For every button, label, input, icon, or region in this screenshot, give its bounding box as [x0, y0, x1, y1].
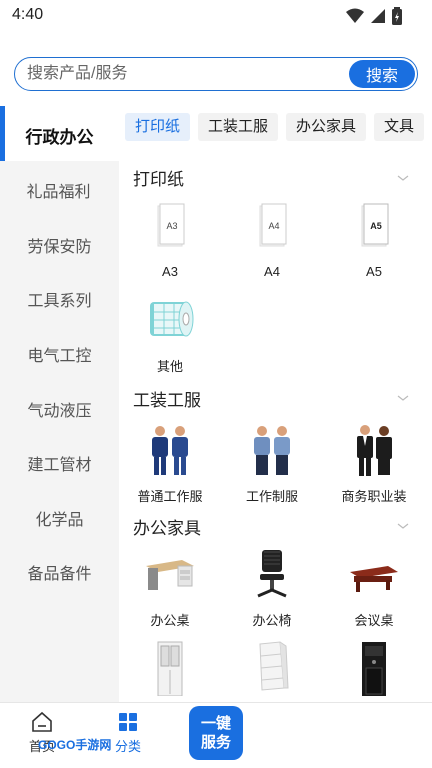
product-label: 办公桌 [150, 613, 190, 628]
desk-photo [146, 560, 194, 590]
one-click-service-button[interactable]: 一键 服务 [189, 706, 243, 760]
bookshelf-photo [259, 641, 289, 691]
category-icon [119, 713, 137, 731]
product-a3[interactable]: A3 A3 [120, 200, 220, 279]
sidebar-item-pneumatic[interactable]: 气动液压 [0, 397, 119, 421]
chevron-down-icon[interactable] [397, 392, 409, 404]
product-office-chair[interactable]: 办公椅 [222, 546, 322, 629]
product-label: 工作制服 [245, 489, 298, 504]
uniform-photo [254, 426, 290, 475]
paper-icon: A5 [361, 203, 389, 247]
product-label: 会议桌 [354, 613, 394, 628]
product-label: 办公椅 [252, 613, 292, 628]
product-filing-cabinet[interactable] [120, 640, 220, 704]
chair-photo [257, 550, 287, 598]
tab-office-furniture[interactable]: 办公家具 [286, 113, 367, 141]
sidebar-item-tools[interactable]: 工具系列 [0, 287, 119, 311]
tab-stationery[interactable]: 文具 [374, 113, 425, 141]
signal-icon [371, 9, 385, 23]
paper-size-text: A5 [370, 221, 382, 231]
paper-size-text: A3 [166, 221, 177, 231]
sidebar-item-electrical[interactable]: 电气工控 [0, 342, 119, 366]
paper-size-text: A4 [268, 221, 279, 231]
sidebar-item-construction-pipes[interactable]: 建工管材 [0, 451, 119, 475]
product-regular-workwear[interactable]: 普通工作服 [120, 422, 220, 505]
product-safe[interactable] [324, 640, 424, 704]
product-a4[interactable]: A4 A4 [222, 200, 322, 279]
wifi-icon [346, 8, 364, 23]
product-label: 普通工作服 [137, 489, 203, 504]
paper-icon: A3 [157, 203, 185, 247]
product-business-attire[interactable]: 商务职业装 [324, 422, 424, 505]
search-button[interactable]: 搜索 [349, 60, 415, 88]
subcategory-tabs: 打印纸 工装工服 办公家具 文具 [125, 113, 432, 141]
search-bar: 搜索 [14, 57, 418, 91]
product-a5[interactable]: A5 A5 [324, 200, 424, 279]
service-label-line2: 服务 [200, 734, 231, 751]
product-label: A5 [366, 264, 382, 279]
paper-icon: A4 [259, 203, 287, 247]
service-label-line1: 一键 [200, 715, 231, 732]
product-bookshelf[interactable] [222, 640, 322, 704]
search-input[interactable] [27, 58, 337, 89]
business-attire-photo [357, 425, 392, 476]
battery-icon [392, 7, 402, 25]
chevron-down-icon[interactable] [397, 520, 409, 532]
status-time: 4:40 [12, 6, 44, 23]
section-title-office-furniture: 办公家具 [133, 519, 201, 538]
tab-printing-paper[interactable]: 打印纸 [125, 113, 191, 141]
conference-table-photo [350, 566, 398, 592]
section-title-workwear: 工装工服 [133, 391, 201, 410]
product-office-desk[interactable]: 办公桌 [120, 546, 220, 629]
status-icons [346, 7, 402, 25]
tab-workwear[interactable]: 工装工服 [198, 113, 279, 141]
product-conference-table[interactable]: 会议桌 [324, 546, 424, 629]
safe-photo [362, 642, 386, 696]
product-label: 商务职业装 [341, 489, 407, 504]
sidebar-item-chemicals[interactable]: 化学品 [0, 506, 119, 530]
product-label: 其他 [156, 359, 183, 374]
watermark-logo: GOGO手游网 [38, 738, 112, 752]
filing-cabinet-photo [157, 641, 183, 696]
product-other-paper[interactable]: 其他 [120, 292, 220, 375]
product-uniform[interactable]: 工作制服 [222, 422, 322, 505]
workwear-photo [152, 426, 188, 475]
sidebar-item-admin-office[interactable]: 行政办公 [0, 123, 119, 148]
home-icon [32, 711, 52, 732]
sidebar-item-labor-protection[interactable]: 劳保安防 [0, 233, 119, 257]
product-label: A3 [162, 264, 178, 279]
chevron-down-icon[interactable] [397, 172, 409, 184]
label-roll-icon [150, 301, 194, 337]
sidebar-item-gifts[interactable]: 礼品福利 [0, 178, 118, 202]
product-label: A4 [264, 264, 280, 279]
sidebar-item-spare-parts[interactable]: 备品备件 [0, 560, 119, 584]
status-bar: 4:40 [0, 0, 432, 30]
section-title-printing-paper: 打印纸 [133, 170, 184, 189]
